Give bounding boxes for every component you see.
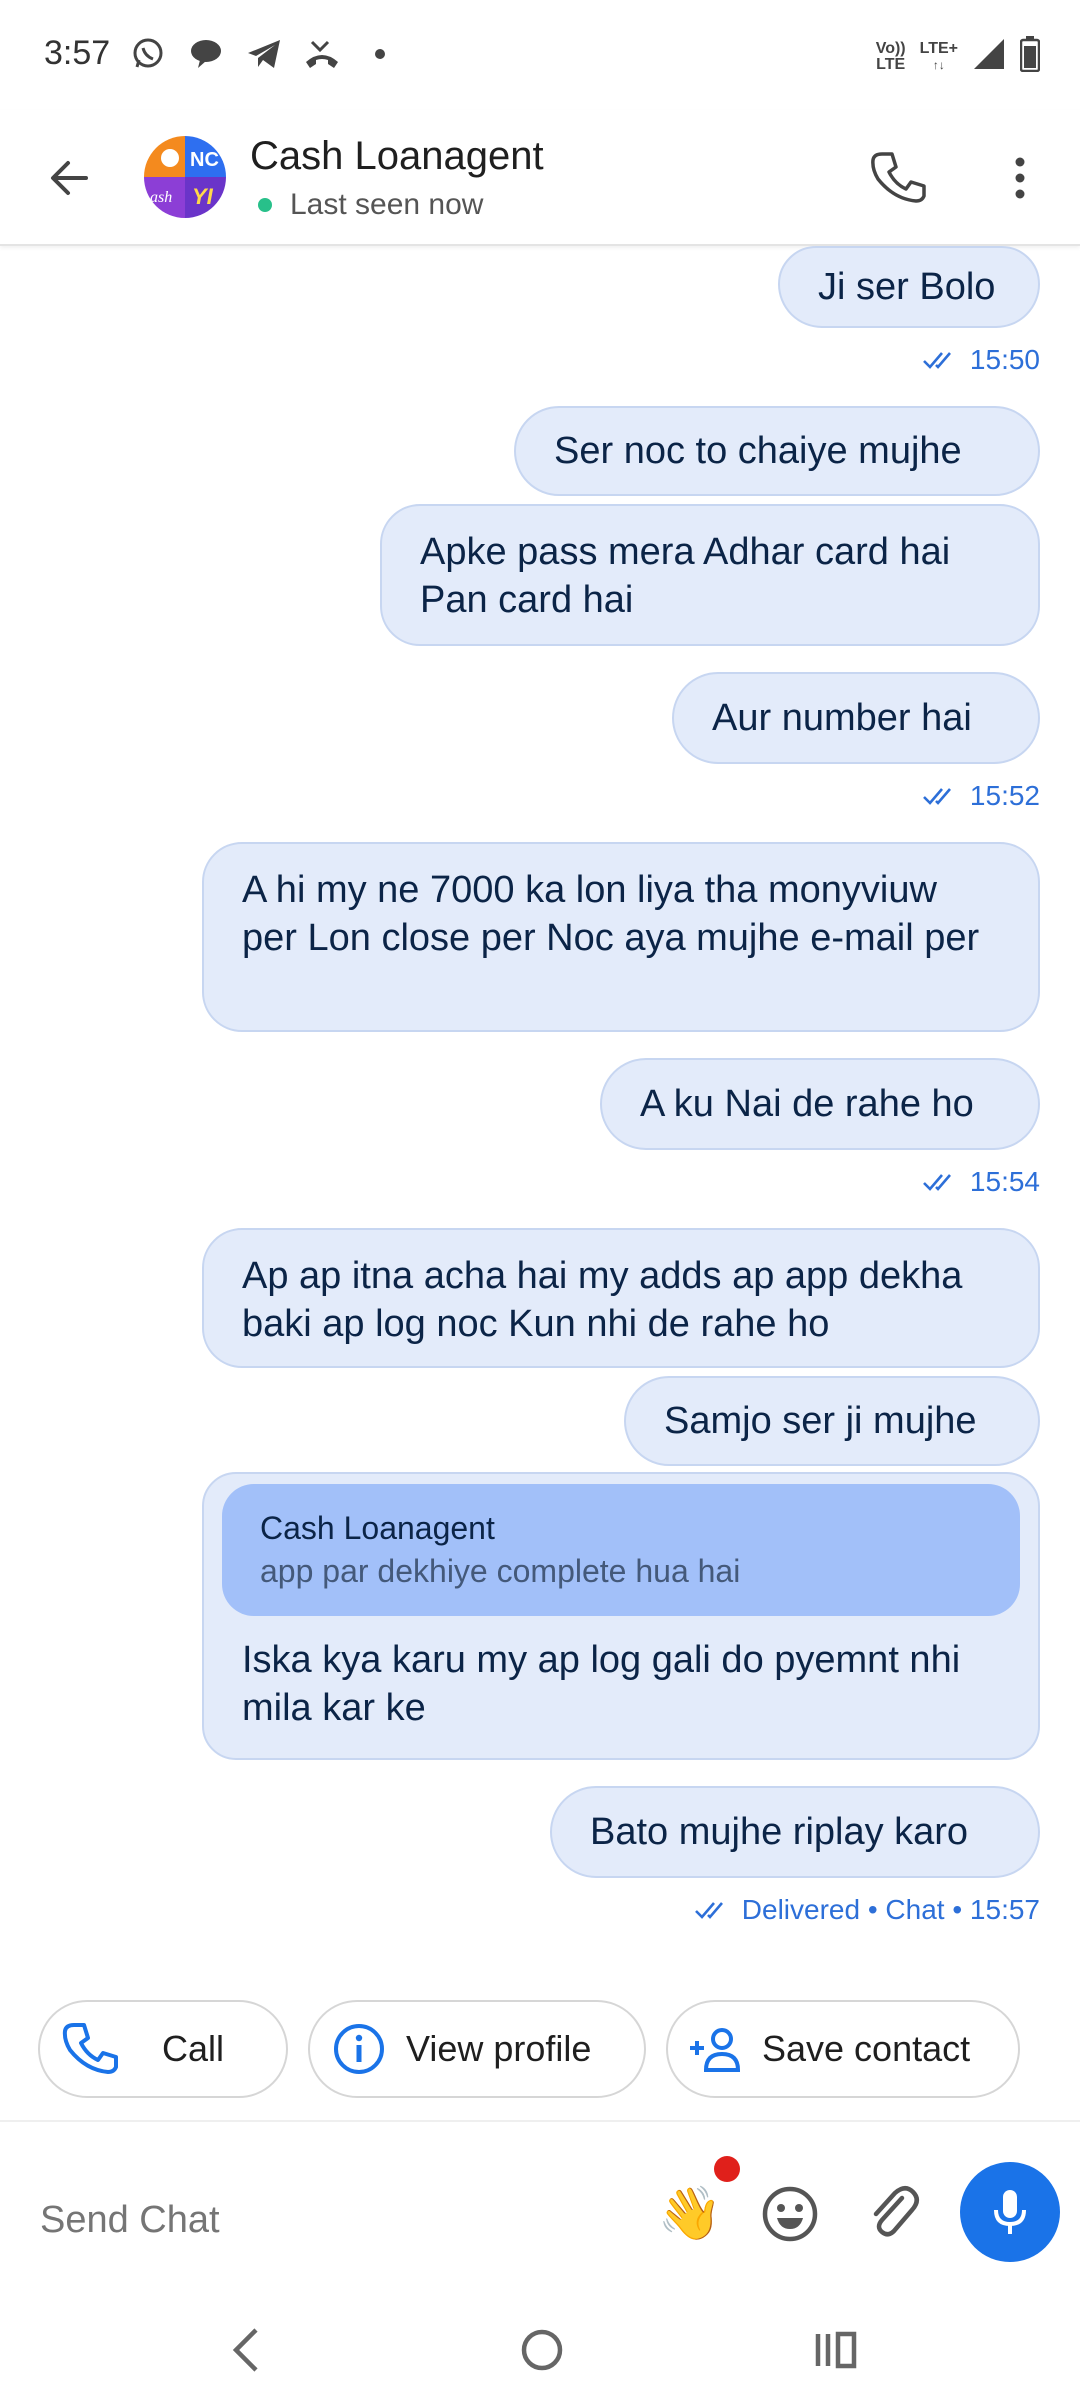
call-chip-button[interactable]: Call xyxy=(38,2000,288,2098)
system-status-icons: Vo)) LTE LTE+ ↑↓ xyxy=(875,36,1041,77)
online-status-dot xyxy=(258,198,272,212)
message-text: Ap ap itna acha hai my adds ap app dekha… xyxy=(242,1255,963,1345)
system-navigation-bar xyxy=(0,2300,1080,2400)
message-timestamp: 15:54 xyxy=(922,1166,1040,1198)
delivery-status: Delivered • Chat • 15:57 xyxy=(694,1894,1040,1926)
telegram-icon xyxy=(244,34,284,74)
call-chip-label: Call xyxy=(162,2028,225,2069)
battery-icon xyxy=(1019,36,1041,77)
message-text: Ji ser Bolo xyxy=(818,266,996,308)
save-contact-button[interactable]: Save contact xyxy=(666,2000,1020,2098)
message-text: A hi my ne 7000 ka lon liya tha monyviuw… xyxy=(242,869,980,959)
message-timestamp: 15:50 xyxy=(922,344,1040,376)
info-icon xyxy=(334,2024,384,2074)
message-bubble[interactable]: Aur number hai xyxy=(672,672,1040,764)
wave-emoji-button[interactable]: 👋 xyxy=(656,2180,724,2248)
reply-message-bubble[interactable]: Cash Loanagent app par dekhiye complete … xyxy=(202,1472,1040,1760)
svg-text:YI: YI xyxy=(192,184,214,209)
message-text: Iska kya karu my ap log gali do pyemnt n… xyxy=(242,1639,961,1729)
nav-back-button[interactable] xyxy=(218,2322,278,2378)
phone-icon xyxy=(871,152,926,203)
message-input[interactable] xyxy=(40,2190,600,2250)
phone-icon xyxy=(62,2023,118,2074)
chat-bubble-icon xyxy=(186,34,226,74)
double-check-icon xyxy=(923,788,951,805)
quoted-message[interactable]: Cash Loanagent app par dekhiye complete … xyxy=(222,1484,1020,1616)
contact-logo-icon: NC ash YI xyxy=(144,136,226,218)
quoted-sender: Cash Loanagent xyxy=(260,1510,495,1546)
view-profile-label: View profile xyxy=(406,2028,592,2069)
emoji-button[interactable] xyxy=(758,2182,822,2246)
double-check-icon xyxy=(923,1174,951,1191)
svg-text:NC: NC xyxy=(190,149,219,171)
contact-name[interactable]: Cash Loanagent xyxy=(250,134,544,179)
avatar[interactable]: NC ash YI xyxy=(144,136,226,218)
microphone-icon xyxy=(994,2190,1026,2234)
message-bubble[interactable]: Ji ser Bolo xyxy=(778,246,1040,328)
status-bar: 3:57 Vo)) LTE LTE+ ↑↓ xyxy=(0,0,1080,110)
chat-header: NC ash YI Cash Loanagent Last seen now xyxy=(0,110,1080,246)
nav-home-button[interactable] xyxy=(514,2322,570,2378)
view-profile-button[interactable]: View profile xyxy=(308,2000,646,2098)
message-text: Apke pass mera Adhar card hai Pan card h… xyxy=(420,531,951,621)
missed-call-icon xyxy=(302,34,342,74)
home-circle-icon xyxy=(521,2329,563,2371)
voice-record-button[interactable] xyxy=(960,2162,1060,2262)
attach-button[interactable] xyxy=(862,2180,926,2244)
whatsapp-icon xyxy=(128,34,168,74)
status-time: 3:57 xyxy=(44,34,111,72)
notification-dot xyxy=(714,2156,740,2182)
nav-recents-button[interactable] xyxy=(808,2322,864,2378)
message-bubble[interactable]: Samjo ser ji mujhe xyxy=(624,1376,1040,1466)
save-contact-label: Save contact xyxy=(762,2028,971,2069)
message-text: Ser noc to chaiye mujhe xyxy=(554,430,962,472)
message-timestamp: 15:52 xyxy=(922,780,1040,812)
add-person-icon xyxy=(690,2028,741,2072)
quoted-text: app par dekhiye complete hua hai xyxy=(260,1553,741,1589)
more-vert-icon xyxy=(1015,157,1025,199)
double-check-icon xyxy=(923,352,951,369)
svg-text:ash: ash xyxy=(150,189,172,206)
back-button[interactable] xyxy=(40,148,100,208)
last-seen-text: Last seen now xyxy=(290,188,484,221)
paperclip-icon xyxy=(873,2186,919,2237)
more-options-button[interactable] xyxy=(1000,146,1040,210)
more-notifications-dot-icon xyxy=(360,34,400,74)
message-bubble[interactable]: Apke pass mera Adhar card hai Pan card h… xyxy=(380,504,1040,646)
lte-plus-indicator: LTE+ ↑↓ xyxy=(919,39,958,72)
message-bubble[interactable]: A hi my ne 7000 ka lon liya tha monyviuw… xyxy=(202,842,1040,1032)
recents-icon xyxy=(815,2331,857,2369)
signal-icon xyxy=(972,37,1006,76)
message-text: Bato mujhe riplay karo xyxy=(590,1811,969,1853)
emoji-icon xyxy=(762,2186,818,2242)
message-bubble[interactable]: A ku Nai de rahe ho xyxy=(600,1058,1040,1150)
voice-call-button[interactable] xyxy=(868,146,932,210)
message-text: Samjo ser ji mujhe xyxy=(664,1400,977,1442)
message-text: Aur number hai xyxy=(712,697,972,739)
message-text: A ku Nai de rahe ho xyxy=(640,1083,974,1125)
compose-bar: 👋 xyxy=(0,2120,1080,2300)
message-bubble[interactable]: Ap ap itna acha hai my adds ap app dekha… xyxy=(202,1228,1040,1368)
notification-icons xyxy=(128,34,400,74)
back-arrow-icon xyxy=(51,161,88,195)
volte-indicator: Vo)) LTE xyxy=(875,39,906,73)
chevron-left-icon xyxy=(232,2328,258,2372)
double-check-icon xyxy=(694,1902,723,1919)
message-bubble[interactable]: Bato mujhe riplay karo xyxy=(550,1786,1040,1878)
message-bubble[interactable]: Ser noc to chaiye mujhe xyxy=(514,406,1040,496)
